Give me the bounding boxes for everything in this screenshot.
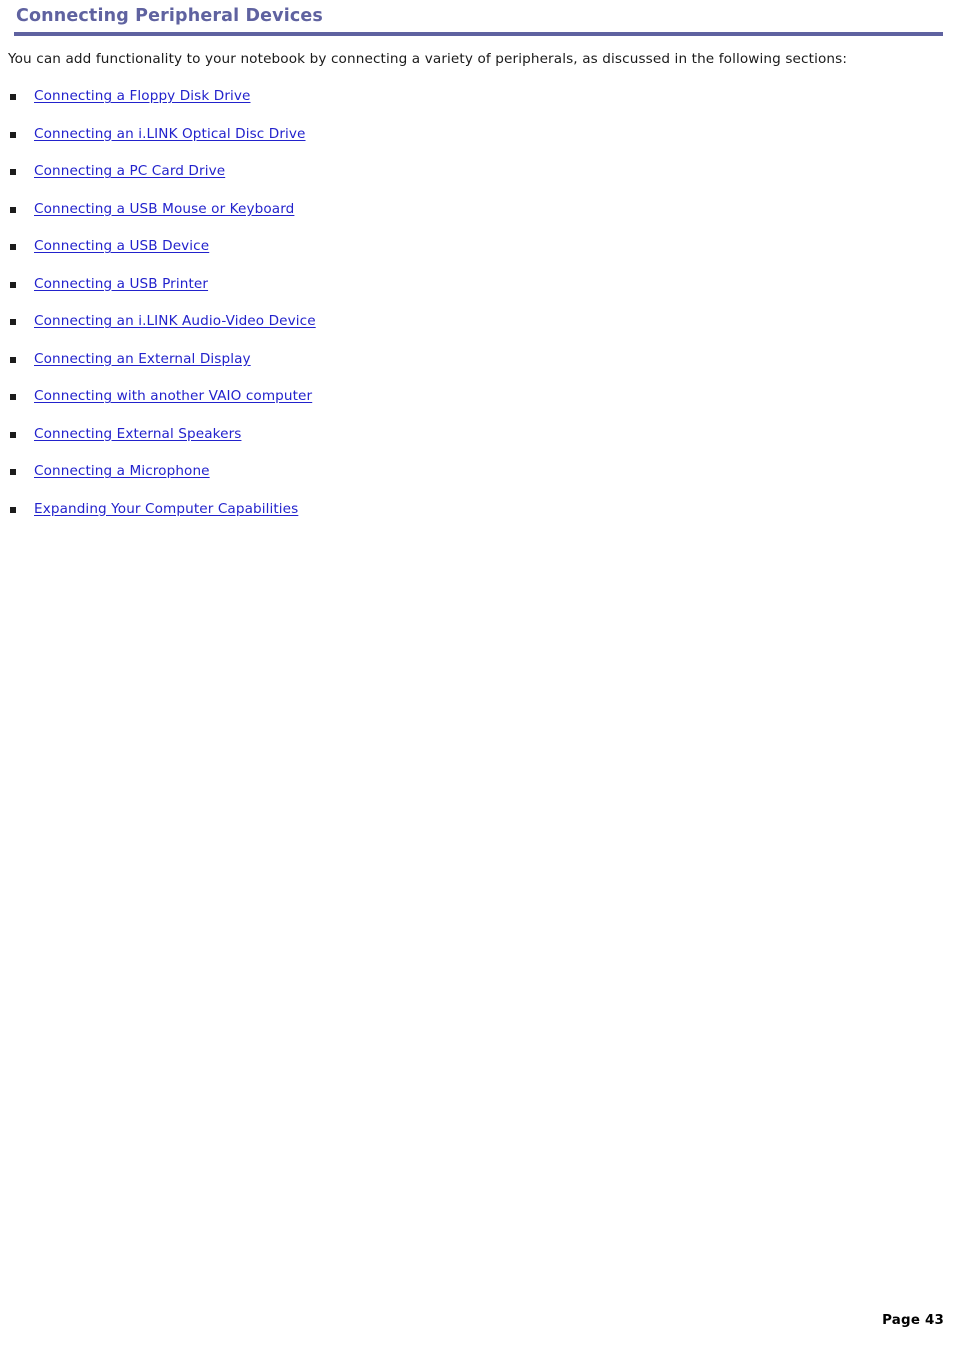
section-link[interactable]: Connecting an i.LINK Optical Disc Drive	[34, 126, 306, 143]
page-title: Connecting Peripheral Devices	[16, 6, 323, 26]
intro-paragraph: You can add functionality to your notebo…	[8, 51, 848, 67]
section-link[interactable]: Connecting with another VAIO computer	[34, 388, 312, 405]
list-item[interactable]: Connecting an i.LINK Optical Disc Drive	[0, 126, 954, 164]
section-link[interactable]: Connecting a Floppy Disk Drive	[34, 88, 251, 105]
square-bullet-icon	[10, 281, 16, 288]
list-item[interactable]: Connecting a Microphone	[0, 463, 954, 501]
list-item[interactable]: Connecting a USB Mouse or Keyboard	[0, 201, 954, 239]
list-item[interactable]: Connecting an i.LINK Audio-Video Device	[0, 313, 954, 351]
square-bullet-icon	[10, 131, 16, 138]
list-item[interactable]: Connecting an External Display	[0, 351, 954, 389]
title-horizontal-rule	[14, 32, 943, 36]
square-bullet-icon	[10, 431, 16, 438]
section-link[interactable]: Connecting a USB Printer	[34, 276, 208, 293]
list-item[interactable]: Connecting a Floppy Disk Drive	[0, 88, 954, 126]
section-link[interactable]: Connecting a USB Mouse or Keyboard	[34, 201, 294, 218]
section-link[interactable]: Connecting an i.LINK Audio-Video Device	[34, 313, 316, 330]
square-bullet-icon	[10, 169, 16, 175]
square-bullet-icon	[10, 394, 16, 400]
list-item[interactable]: Connecting External Speakers	[0, 426, 954, 464]
square-bullet-icon	[10, 244, 16, 250]
square-bullet-icon	[10, 506, 16, 513]
list-item[interactable]: Connecting a USB Printer	[0, 276, 954, 314]
page-number: Page 43	[882, 1313, 944, 1328]
section-link-list: Connecting a Floppy Disk Drive Connectin…	[0, 88, 954, 538]
square-bullet-icon	[10, 469, 16, 475]
section-link[interactable]: Connecting a Microphone	[34, 463, 210, 480]
section-link[interactable]: Expanding Your Computer Capabilities	[34, 501, 298, 518]
document-page: Connecting Peripheral Devices You can ad…	[0, 0, 954, 1351]
square-bullet-icon	[10, 206, 16, 213]
square-bullet-icon	[10, 94, 16, 100]
section-link[interactable]: Connecting a USB Device	[34, 238, 209, 255]
square-bullet-icon	[10, 319, 16, 325]
section-link[interactable]: Connecting an External Display	[34, 351, 251, 368]
list-item[interactable]: Connecting a PC Card Drive	[0, 163, 954, 201]
list-item[interactable]: Expanding Your Computer Capabilities	[0, 501, 954, 539]
section-link[interactable]: Connecting External Speakers	[34, 426, 241, 443]
list-item[interactable]: Connecting with another VAIO computer	[0, 388, 954, 426]
list-item[interactable]: Connecting a USB Device	[0, 238, 954, 276]
square-bullet-icon	[10, 356, 16, 363]
section-link[interactable]: Connecting a PC Card Drive	[34, 163, 225, 180]
